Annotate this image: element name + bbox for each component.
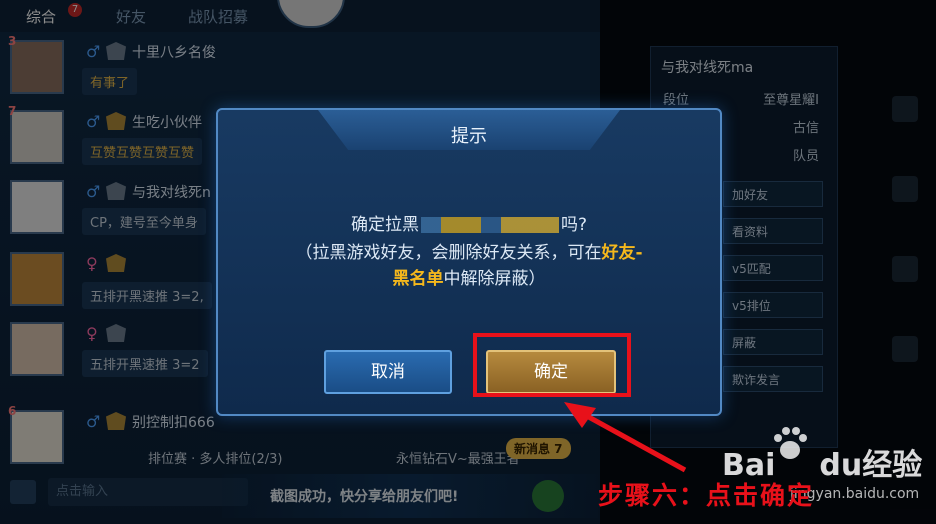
annotation-arrow-icon xyxy=(564,402,687,473)
dialog-title: 提示 xyxy=(451,126,487,147)
confirm-dialog: 提示 确定拉黑 吗? （拉黑游戏好友，会删除好友关系，可在好友- 黑名单中解除屏蔽… xyxy=(216,108,722,416)
cancel-button[interactable]: 取消 xyxy=(324,350,452,394)
watermark-brand-part: 经验 xyxy=(862,448,923,483)
dialog-text: 吗? xyxy=(560,215,588,235)
dialog-text: （拉黑游戏好友，会删除好友关系，可在 xyxy=(295,243,602,263)
dialog-text: 中解除屏蔽） xyxy=(443,269,546,289)
dialog-message-line1: 确定拉黑 吗? xyxy=(218,210,720,235)
dialog-highlight: 黑名单 xyxy=(392,269,444,289)
dialog-header: 提示 xyxy=(318,110,620,150)
watermark-brand-part: du xyxy=(819,448,863,483)
highlight-box xyxy=(473,333,631,397)
dialog-message-line2: （拉黑游戏好友，会删除好友关系，可在好友- xyxy=(218,238,720,263)
dialog-text: 确定拉黑 xyxy=(350,215,419,235)
dialog-message-line3: 黑名单中解除屏蔽） xyxy=(218,264,720,289)
redacted-name xyxy=(420,217,559,233)
step-annotation: 步骤六：点击确定 xyxy=(598,481,815,510)
dialog-highlight: 好友- xyxy=(601,243,643,263)
